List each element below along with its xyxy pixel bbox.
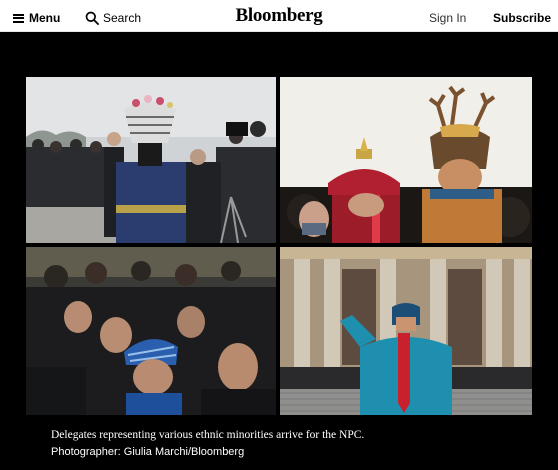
search-icon xyxy=(85,11,99,25)
sign-in-link[interactable]: Sign In xyxy=(429,11,466,25)
search-button[interactable]: Search xyxy=(85,10,141,26)
photo-credit: Photographer: Giulia Marchi/Bloomberg xyxy=(51,446,245,458)
search-label: Search xyxy=(103,11,142,25)
photo-headdress-delegate[interactable] xyxy=(26,77,276,243)
photo-antler-hat-delegates[interactable] xyxy=(280,77,532,243)
site-header: Menu Search Bloomberg Sign In Subscribe xyxy=(0,0,558,32)
bloomberg-logo[interactable]: Bloomberg xyxy=(235,5,322,26)
photo-gallery: Delegates representing various ethnic mi… xyxy=(0,32,558,470)
photo-great-hall-delegate[interactable] xyxy=(280,247,532,415)
subscribe-link[interactable]: Subscribe xyxy=(493,11,551,25)
photo-caption: Delegates representing various ethnic mi… xyxy=(51,429,365,441)
photo-blue-turban-delegate[interactable] xyxy=(26,247,276,415)
menu-button[interactable]: Menu xyxy=(13,10,60,26)
hamburger-icon xyxy=(13,13,24,23)
menu-label: Menu xyxy=(29,11,61,25)
